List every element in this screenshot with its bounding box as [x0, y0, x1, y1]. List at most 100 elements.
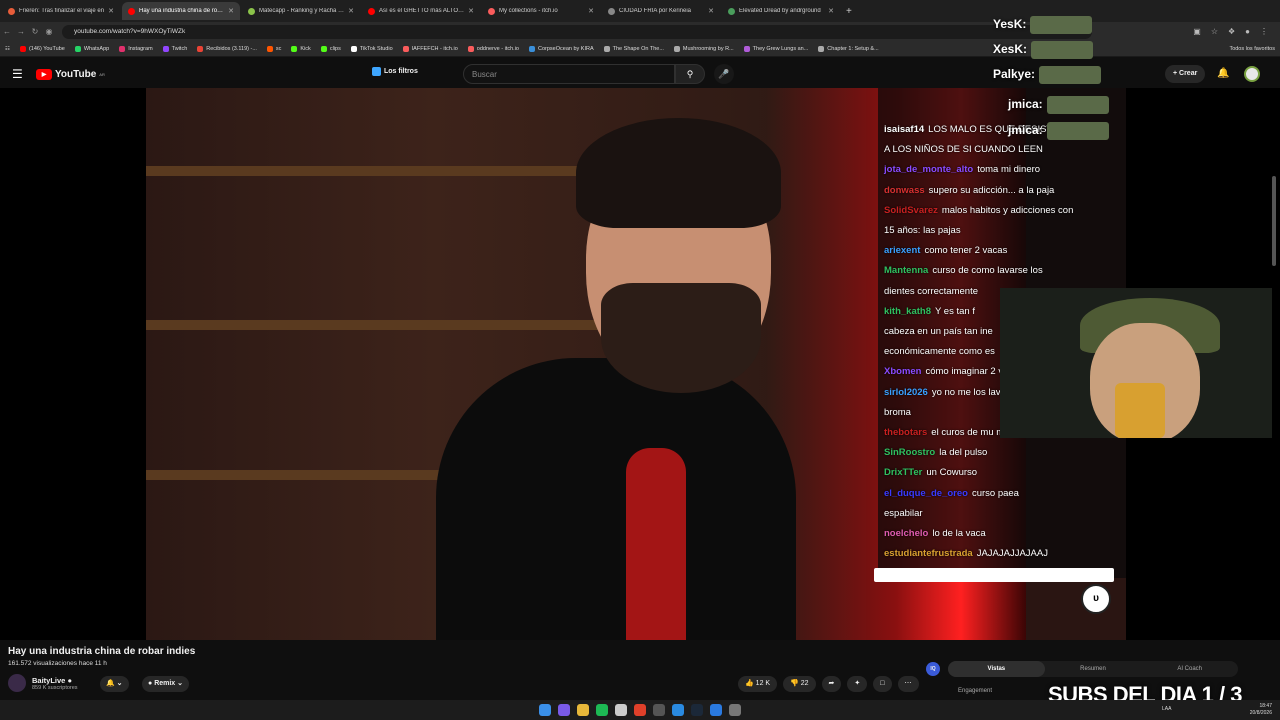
- ask-ai-button[interactable]: ✦: [847, 676, 868, 692]
- close-tab-icon[interactable]: ✕: [228, 7, 234, 15]
- browser-tab[interactable]: Matecapp - Ranking y Racha de ✕: [242, 2, 360, 20]
- alert-username: jmica:: [1008, 122, 1109, 140]
- edge-icon[interactable]: [672, 704, 684, 716]
- bookmark-item[interactable]: TikTok Studio: [346, 45, 398, 52]
- close-tab-icon[interactable]: ✕: [468, 7, 474, 15]
- chat-message: espabilar: [884, 504, 1124, 524]
- share-button[interactable]: ➦: [821, 676, 842, 692]
- bookmark-item[interactable]: WhatsApp: [70, 45, 114, 52]
- chat-text: supero su adicción... a la paja: [928, 184, 1055, 196]
- app-icon[interactable]: [653, 704, 665, 716]
- panel-tab[interactable]: Resumen: [1045, 661, 1142, 677]
- channel-name[interactable]: BaityLive ●: [32, 676, 78, 685]
- bookmark-item[interactable]: Kick: [286, 45, 315, 52]
- chat-text: toma mi dinero: [977, 164, 1041, 176]
- bookmark-item[interactable]: They Grew Lungs an...: [739, 45, 814, 52]
- bookmark-item[interactable]: Chapter 1: Setup &...: [813, 45, 883, 52]
- browser-tab[interactable]: Frieren: Tras finalizar el viaje en ✕: [2, 2, 120, 20]
- bookmark-item[interactable]: clips: [316, 45, 346, 52]
- more-icon[interactable]: ⋮: [1260, 27, 1268, 36]
- app-icon[interactable]: [710, 704, 722, 716]
- clock[interactable]: 18:47 20/8/2026: [1250, 703, 1272, 717]
- bookmark-item[interactable]: CorpseOcean by KIRA: [524, 45, 599, 52]
- language-indicator[interactable]: LAA: [1162, 706, 1171, 712]
- chrome-icon[interactable]: [634, 704, 646, 716]
- notifications-bell-icon[interactable]: 🔔: [1217, 68, 1229, 79]
- close-tab-icon[interactable]: ✕: [708, 7, 714, 15]
- voice-search-button[interactable]: 🎤: [714, 64, 734, 84]
- bookmark-item[interactable]: sc: [262, 45, 287, 52]
- reload-icon[interactable]: ↻: [28, 27, 42, 36]
- bookmark-item[interactable]: Mushrooming by R...: [669, 45, 739, 52]
- new-tab-icon[interactable]: +: [846, 6, 852, 17]
- folder-icon[interactable]: [577, 704, 589, 716]
- site-info-icon[interactable]: ◉: [42, 27, 56, 36]
- profile-icon[interactable]: ●: [1245, 27, 1250, 36]
- bookmark-item[interactable]: Recibidos (3.119) -...: [192, 45, 262, 52]
- back-icon[interactable]: ←: [0, 27, 14, 36]
- install-icon[interactable]: ▣: [1193, 27, 1201, 36]
- browser-tab[interactable]: Hay una industria china de robar ✕: [122, 2, 240, 20]
- bookmark-favicon-icon: [402, 45, 409, 52]
- browser-tab[interactable]: CIUDAD FRÍA por Kerineia ✕: [602, 2, 720, 20]
- app-icon[interactable]: [558, 704, 570, 716]
- hamburger-menu-icon[interactable]: ☰: [12, 67, 24, 81]
- bookmark-item[interactable]: Twitch: [158, 45, 193, 52]
- filters-button[interactable]: Los filtros: [372, 67, 418, 76]
- bookmark-item[interactable]: Instagram: [114, 45, 157, 52]
- spotify-icon[interactable]: [596, 704, 608, 716]
- bookmark-label: Twitch: [171, 45, 188, 52]
- bookmark-item[interactable]: The Shape On The...: [599, 45, 669, 52]
- panel-tab[interactable]: AI Coach: [1141, 661, 1238, 677]
- page-scrollbar[interactable]: [1272, 176, 1276, 266]
- emote-icon: [1030, 16, 1093, 34]
- bookmark-star-icon[interactable]: ☆: [1211, 27, 1218, 36]
- video-player[interactable]: isaisaf14 LOS MALO ES QUE DESISTIRMA A LOS…: [0, 16, 1280, 640]
- remix-button[interactable]: ● Remix ⌄: [142, 676, 190, 692]
- close-tab-icon[interactable]: ✕: [348, 7, 354, 15]
- bookmarks-folder[interactable]: Todos los favoritos: [1224, 46, 1280, 52]
- start-icon[interactable]: [539, 704, 551, 716]
- more-actions-button[interactable]: ⋯: [897, 676, 919, 692]
- url-input[interactable]: youtube.com/watch?v=9hWXOyTiWZk: [62, 24, 1092, 39]
- subscription-bell-button[interactable]: 🔔 ⌄: [100, 676, 129, 692]
- alert-name-text: XesK:: [993, 42, 1028, 57]
- extensions-icon[interactable]: ❖: [1228, 27, 1235, 36]
- steam-icon[interactable]: [691, 704, 703, 716]
- bookmark-item[interactable]: IAFFEFCH - itch.io: [398, 45, 463, 52]
- panel-tab[interactable]: Vistas: [948, 661, 1045, 677]
- search-button[interactable]: ⚲: [675, 64, 705, 84]
- close-tab-icon[interactable]: ✕: [588, 7, 594, 15]
- apps-grid-icon[interactable]: ☷: [0, 46, 15, 52]
- dislike-button[interactable]: 👎 22: [783, 676, 816, 692]
- account-avatar[interactable]: [1244, 66, 1260, 82]
- like-button[interactable]: 👍 12 K: [738, 676, 778, 692]
- bubble-face-icon: ᴜ: [1081, 584, 1111, 614]
- chat-text: broma: [884, 406, 911, 418]
- bookmark-item[interactable]: oddnerve - itch.io: [463, 45, 524, 52]
- app-icon[interactable]: [615, 704, 627, 716]
- alert-name-text: Palkye:: [993, 67, 1036, 82]
- chat-message: donwass supero su adicción... a la paja: [884, 181, 1124, 201]
- close-tab-icon[interactable]: ✕: [108, 7, 114, 15]
- youtube-logo[interactable]: ▶ YouTube AR: [36, 68, 105, 80]
- channel-avatar[interactable]: [8, 674, 26, 692]
- browser-tab[interactable]: Así es el GHETTO más ALTO del ✕: [362, 2, 480, 20]
- search-input[interactable]: Buscar: [463, 64, 675, 84]
- action-buttons: 👍 12 K 👎 22 ➦ ✦ □ ⋯: [738, 676, 919, 692]
- video-title: Hay una industria china de robar indies: [8, 646, 196, 657]
- video-frame[interactable]: isaisaf14 LOS MALO ES QUE DESISTIRMA A LOS…: [146, 88, 1126, 640]
- iq-logo: IQ: [926, 662, 940, 676]
- chat-username: jota_de_monte_alto: [884, 164, 974, 176]
- browser-tab[interactable]: Elevated Dread by andrground ✕: [722, 2, 840, 20]
- browser-tab[interactable]: My collections - itch.io ✕: [482, 2, 600, 20]
- bookmarks-folder-label: Todos los favoritos: [1229, 45, 1275, 52]
- save-button[interactable]: □: [873, 676, 892, 692]
- settings-icon[interactable]: [729, 704, 741, 716]
- create-button[interactable]: + Crear: [1165, 65, 1206, 83]
- close-tab-icon[interactable]: ✕: [828, 7, 834, 15]
- streamer-hair: [576, 118, 781, 228]
- bookmark-favicon-icon: [529, 45, 535, 52]
- bookmark-item[interactable]: (146) YouTube: [15, 45, 70, 52]
- forward-icon[interactable]: →: [14, 27, 28, 36]
